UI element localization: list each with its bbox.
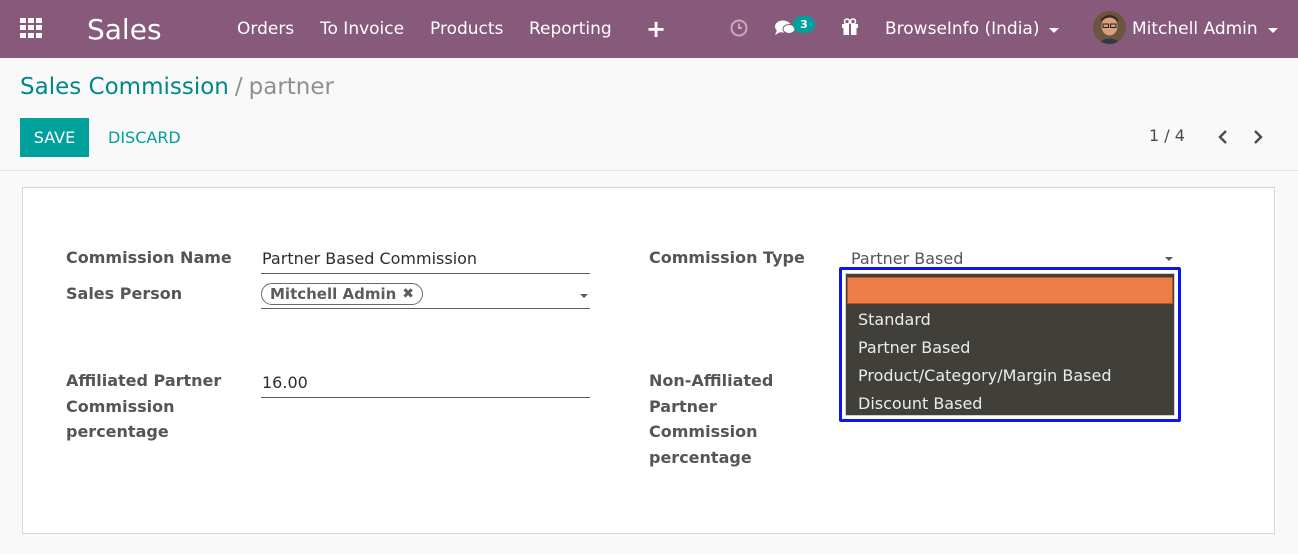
chevron-left-icon[interactable] [1215,126,1231,148]
apps-grid-icon[interactable] [20,18,42,38]
commission-type-dropdown: Standard Partner Based Product/Category/… [839,267,1181,422]
control-panel-divider [0,170,1298,171]
clock-icon[interactable] [729,18,749,38]
commission-type-select[interactable]: Partner Based [851,249,963,268]
sales-person-tag-label: Mitchell Admin [270,285,397,303]
company-switcher[interactable]: BrowseInfo (India) [885,0,1060,58]
app-name[interactable]: Sales [87,0,162,58]
dropdown-option-partner-based[interactable]: Partner Based [846,333,1174,361]
pager-value[interactable]: 1 / 4 [1149,126,1185,145]
dropdown-option-discount-based[interactable]: Discount Based [846,389,1174,417]
menu-reporting[interactable]: Reporting [529,0,612,58]
affiliated-commission-label: Affiliated Partner Commission percentage [66,368,221,445]
gift-icon[interactable] [841,18,859,36]
menu-products[interactable]: Products [430,0,503,58]
company-name: BrowseInfo (India) [885,19,1040,39]
sales-person-underline [261,308,590,309]
label-line: Commission [66,396,175,416]
label-line: Commission [649,422,758,441]
label-line: Non-Affiliated [649,371,774,390]
close-icon[interactable]: ✖ [402,286,414,302]
menu-plus[interactable]: + [646,0,666,58]
commission-type-dropdown-icon[interactable] [1165,257,1173,261]
label-line: Affiliated Partner [66,371,222,390]
sales-person-dropdown-icon[interactable] [580,294,588,298]
label-line: Partner [649,396,717,416]
save-button[interactable]: SAVE [20,118,89,157]
non-affiliated-commission-label: Non-Affiliated Partner Commission percen… [649,368,773,470]
user-name: Mitchell Admin [1132,19,1258,39]
commission-type-label: Commission Type [649,248,805,267]
label-line: percentage [649,447,752,467]
chevron-down-icon [1267,27,1278,33]
commission-name-underline [261,273,590,274]
discard-button[interactable]: DISCARD [108,118,181,157]
affiliated-commission-underline [261,397,590,398]
breadcrumb-parent[interactable]: Sales Commission [20,74,229,100]
user-menu[interactable]: Mitchell Admin [1132,0,1278,58]
label-line: percentage [66,422,169,441]
sales-person-label: Sales Person [66,284,183,303]
sales-person-tag[interactable]: Mitchell Admin ✖ [261,283,424,305]
chevron-right-icon[interactable] [1250,126,1266,148]
chevron-down-icon [1049,27,1060,33]
menu-orders[interactable]: Orders [237,0,294,58]
breadcrumb-current: partner [248,74,334,100]
avatar[interactable] [1093,11,1126,44]
dropdown-option-product-category-margin[interactable]: Product/Category/Margin Based [846,361,1174,389]
commission-name-label: Commission Name [66,248,232,267]
menu-to-invoice[interactable]: To Invoice [320,0,404,58]
dropdown-option-empty[interactable] [847,277,1173,304]
dropdown-option-standard[interactable]: Standard [846,305,1174,333]
top-navbar: Sales Orders To Invoice Products Reporti… [0,0,1298,58]
breadcrumb: Sales Commission / partner [20,74,334,100]
breadcrumb-separator: / [234,74,243,100]
messages-count-badge: 3 [793,16,815,33]
commission-name-input[interactable]: Partner Based Commission [262,249,477,268]
dropdown-options-list: Standard Partner Based Product/Category/… [845,273,1175,416]
affiliated-commission-input[interactable]: 16.00 [262,373,308,392]
